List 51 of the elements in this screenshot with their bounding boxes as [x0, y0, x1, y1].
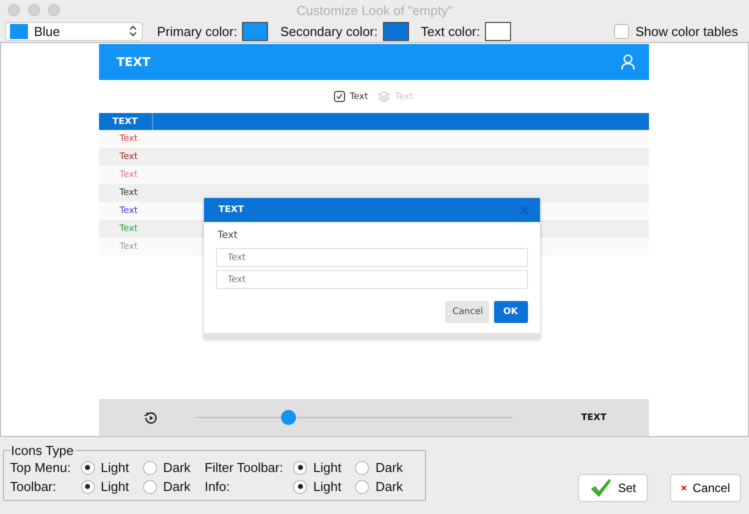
user-icon[interactable] [620, 54, 634, 70]
window-control-icon[interactable] [48, 4, 60, 16]
window-control-icon[interactable] [28, 4, 40, 16]
option-label: Filter Toolbar: [204, 460, 284, 475]
replay-icon[interactable] [144, 410, 158, 424]
window-title: Customize Look of "empty" [296, 2, 452, 18]
slider-thumb[interactable] [280, 410, 296, 425]
table-cell: Text [120, 242, 138, 252]
color-swatch[interactable] [242, 22, 268, 40]
table-cell: Text [120, 188, 138, 198]
option-label: Toolbar: [10, 479, 58, 494]
radio-button[interactable]: Dark [143, 479, 191, 494]
radio-button[interactable]: Light [293, 479, 342, 494]
layers-icon [378, 91, 390, 102]
color-label: Text color: [420, 24, 480, 38]
app-bar-title: TEXT [116, 55, 150, 69]
option-label: Info: [204, 479, 231, 494]
checkbox-icon [334, 91, 345, 102]
table-cell: Text [120, 206, 138, 216]
theme-dropdown[interactable]: Blue [5, 22, 143, 40]
cancel-button[interactable]: Cancel [670, 474, 741, 502]
table-cell: Text [120, 134, 138, 144]
window-control-icon[interactable] [8, 4, 20, 16]
footer-label: TEXT [581, 412, 606, 422]
stepper-icon [129, 25, 137, 37]
close-icon[interactable] [520, 206, 528, 214]
set-button[interactable]: Set [578, 474, 648, 502]
dialog-title: TEXT [218, 205, 244, 215]
group-title: Icons Type [10, 443, 75, 458]
input-field[interactable]: Text [216, 270, 528, 289]
option-label: Top Menu: [10, 460, 72, 475]
table-cell: Text [120, 170, 138, 180]
checkmark-icon [590, 478, 612, 498]
color-swatch[interactable] [382, 22, 409, 40]
color-label: Primary color: [157, 24, 238, 38]
toolbar-action[interactable]: Text [334, 91, 368, 102]
cancel-button[interactable]: Cancel [444, 301, 488, 323]
table-cell: Text [120, 152, 138, 162]
radio-button[interactable]: Light [80, 460, 130, 475]
radio-button[interactable]: Light [293, 460, 342, 475]
color-swatch[interactable] [485, 22, 511, 40]
radio-button[interactable]: Dark [143, 460, 191, 475]
table-cell: Text [120, 224, 138, 234]
color-label: Secondary color: [280, 24, 378, 38]
input-field[interactable]: Text [216, 248, 528, 267]
show-color-tables-checkbox[interactable]: Show color tables [614, 24, 738, 38]
radio-button[interactable]: Light [80, 479, 130, 494]
radio-button[interactable]: Dark [355, 479, 403, 494]
dialog-label: Text [218, 230, 239, 241]
radio-button[interactable]: Dark [355, 460, 403, 475]
ok-button[interactable]: OK [494, 301, 528, 323]
